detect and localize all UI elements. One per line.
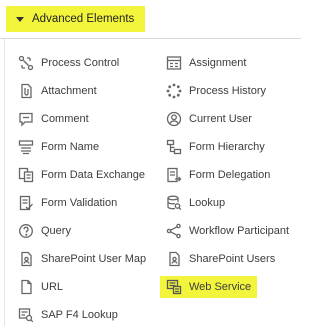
element-label: SharePoint User Map	[41, 253, 147, 265]
element-sharepoint-user-map[interactable]: SharePoint User Map	[18, 248, 146, 270]
element-label: Process History	[189, 85, 267, 97]
lookup-icon	[166, 195, 182, 211]
form-name-icon	[18, 139, 34, 155]
form-delegation-icon	[166, 167, 182, 183]
sharepoint-users-icon	[166, 251, 182, 267]
element-workflow-participant[interactable]: Workflow Participant	[166, 220, 289, 242]
process-history-icon	[166, 83, 182, 99]
element-assignment[interactable]: Assignment	[166, 52, 246, 74]
element-label: Attachment	[41, 85, 97, 97]
element-label: Web Service	[189, 281, 252, 293]
current-user-icon	[166, 111, 182, 127]
form-validation-icon	[18, 195, 34, 211]
element-process-history[interactable]: Process History	[166, 80, 266, 102]
assignment-icon	[166, 55, 182, 71]
sharepoint-user-map-icon	[18, 251, 34, 267]
advanced-elements-header[interactable]: Advanced Elements	[6, 6, 145, 32]
element-label: Assignment	[189, 57, 247, 69]
element-label: Form Delegation	[189, 169, 271, 181]
element-label: Workflow Participant	[189, 225, 290, 237]
element-web-service[interactable]: Web Service	[160, 276, 258, 298]
element-label: Current User	[189, 113, 252, 125]
query-icon	[18, 223, 34, 239]
process-control-icon	[18, 55, 34, 71]
element-attachment[interactable]: Attachment	[18, 80, 97, 102]
element-label: Query	[41, 225, 71, 237]
element-label: Form Validation	[41, 197, 118, 209]
element-label: Process Control	[41, 57, 120, 69]
element-url[interactable]: URL	[18, 276, 63, 298]
element-current-user[interactable]: Current User	[166, 108, 252, 130]
element-query[interactable]: Query	[18, 220, 71, 242]
workflow-participant-icon	[166, 223, 182, 239]
element-process-control[interactable]: Process Control	[18, 52, 119, 74]
element-label: URL	[41, 281, 64, 293]
element-form-data-exchange[interactable]: Form Data Exchange	[18, 164, 145, 186]
element-label: Form Name	[41, 141, 100, 153]
attachment-icon	[18, 83, 34, 99]
divider	[4, 39, 5, 326]
element-label: Comment	[41, 113, 89, 125]
sap-f4-lookup-icon	[18, 307, 34, 323]
comment-icon	[18, 111, 34, 127]
element-label: SAP F4 Lookup	[41, 309, 118, 321]
element-form-hierarchy[interactable]: Form Hierarchy	[166, 136, 265, 158]
element-label: Lookup	[189, 197, 226, 209]
element-label: Form Hierarchy	[189, 141, 265, 153]
element-form-delegation[interactable]: Form Delegation	[166, 164, 270, 186]
element-form-name[interactable]: Form Name	[18, 136, 99, 158]
advanced-elements-panel: Advanced Elements Process Control Attach…	[0, 0, 301, 326]
element-form-validation[interactable]: Form Validation	[18, 192, 117, 214]
element-sharepoint-users[interactable]: SharePoint Users	[166, 248, 275, 270]
element-sap-f4-lookup[interactable]: SAP F4 Lookup	[18, 304, 118, 326]
collapse-caret-icon[interactable]	[16, 16, 24, 22]
element-label: SharePoint Users	[189, 253, 276, 265]
web-service-icon	[166, 279, 182, 295]
elements-list: Process Control Attachment Comment Form …	[0, 38, 301, 326]
form-hierarchy-icon	[166, 139, 182, 155]
element-comment[interactable]: Comment	[18, 108, 89, 130]
element-lookup[interactable]: Lookup	[166, 192, 225, 214]
form-data-exchange-icon	[18, 167, 34, 183]
element-label: Form Data Exchange	[41, 169, 145, 181]
url-icon	[18, 279, 34, 295]
section-title: Advanced Elements	[32, 13, 135, 25]
